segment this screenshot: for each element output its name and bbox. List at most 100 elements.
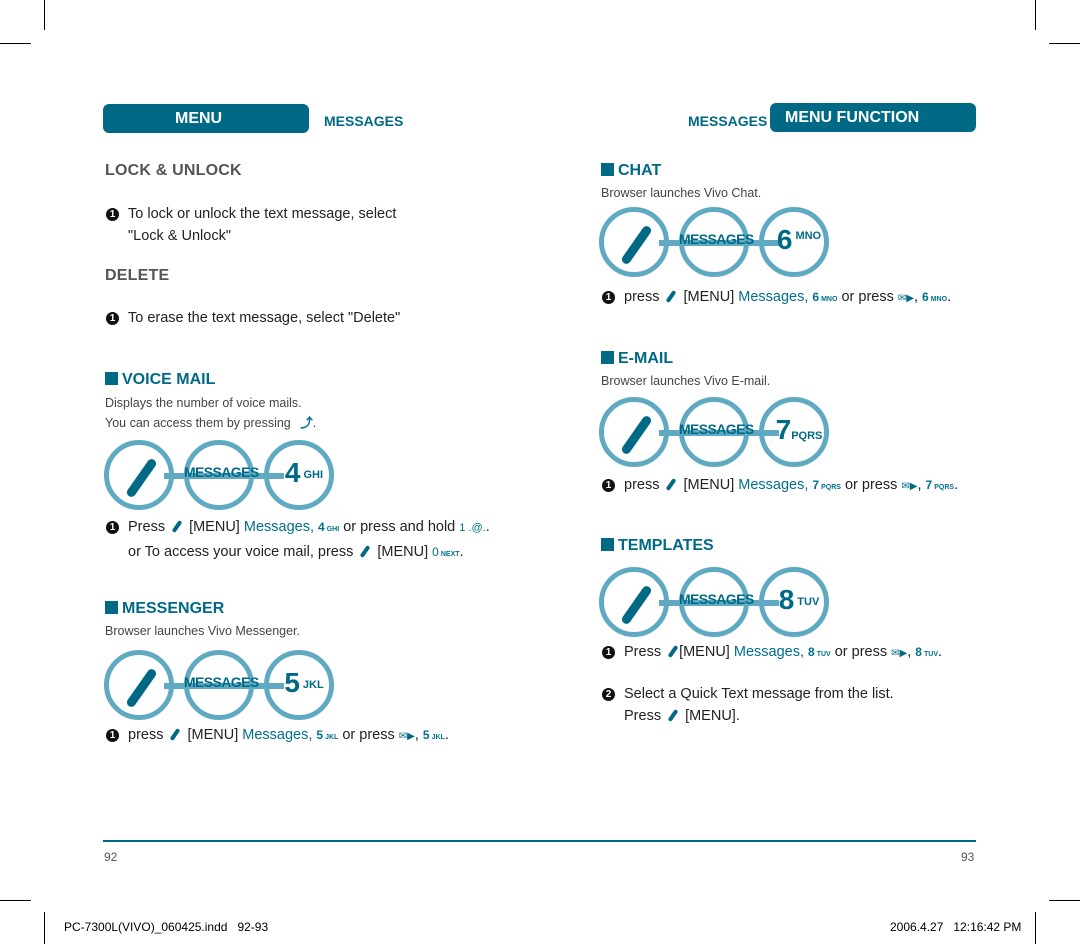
- key-4-icon: 4 GHI: [318, 520, 339, 534]
- flow-digit: 8 TUV: [767, 584, 831, 616]
- key-digit: 0: [432, 545, 439, 559]
- step-text: Press: [624, 644, 662, 660]
- templates-heading: TEMPLATES: [601, 537, 714, 555]
- menu-key-icon: [667, 645, 679, 658]
- voice-mail-step: 1 Press [MENU] Messages, 4 GHI or press and…: [106, 516, 490, 566]
- key-5-icon: 5 JKL: [423, 728, 445, 742]
- page-number-right: 93: [961, 850, 975, 864]
- step-text: press: [624, 477, 660, 493]
- letters: MNO: [795, 230, 822, 242]
- delete-heading: DELETE: [105, 267, 170, 284]
- menu-key-icon: [599, 397, 669, 467]
- crop-mark: [1035, 0, 1036, 30]
- flow-messages-label: MESSAGES: [679, 591, 754, 607]
- lock-unlock-heading: LOCK & UNLOCK: [105, 162, 242, 179]
- messenger-heading: MESSENGER: [105, 600, 224, 618]
- email-step: 1 press [MENU] Messages, 7 PQRS or press ✉▶…: [602, 474, 958, 499]
- square-bullet-icon: [601, 351, 614, 364]
- key-letters: PQRS: [821, 484, 841, 491]
- step-text: [MENU]: [187, 727, 239, 743]
- key-letters: MNO: [930, 296, 948, 303]
- step-text: "Lock & Unlock": [128, 228, 231, 244]
- messenger-step: 1 press [MENU] Messages, 5 JKL or press ✉▶,…: [106, 724, 449, 749]
- key-digit: 8: [808, 645, 815, 659]
- flow-digit: 5 JKL: [272, 667, 336, 699]
- chat-description: Browser launches Vivo Chat.: [601, 186, 762, 200]
- templates-step-2: 2 Select a Quick Text message from the li…: [602, 683, 894, 727]
- menu-key-icon: [360, 545, 371, 558]
- desc-line: You can access them by pressing: [105, 416, 291, 430]
- step-text: [MENU]: [683, 289, 735, 305]
- crop-mark: [44, 0, 45, 30]
- step-text: [MENU]: [679, 644, 730, 660]
- envelope-icon: ✉▶: [901, 481, 918, 492]
- step-text: [MENU]: [189, 519, 240, 535]
- heading-text: VOICE MAIL: [122, 371, 216, 388]
- key-letters: GHI: [326, 526, 340, 533]
- key-0-icon: 0 NEXT: [432, 545, 459, 559]
- slug-timestamp: 2006.4.27 12:16:42 PM: [890, 920, 1022, 934]
- letters: GHI: [303, 469, 324, 481]
- square-bullet-icon: [601, 538, 614, 551]
- menu-function-pill-left: MENU FUNCTION: [103, 104, 309, 156]
- heading-text: TEMPLATES: [618, 537, 714, 554]
- desc-line: Displays the number of voice mails.: [105, 396, 302, 410]
- menu-key-icon: [104, 440, 174, 510]
- digit: 5: [284, 667, 300, 698]
- menu-function-pill-right: MENU FUNCTION: [770, 103, 976, 132]
- voice-mail-key-flow: MESSAGES 4 GHI: [104, 440, 336, 510]
- heading-text: MESSENGER: [122, 600, 225, 617]
- step-text: Press: [624, 708, 662, 724]
- step-text: press: [128, 727, 164, 743]
- chat-heading: CHAT: [601, 162, 661, 180]
- crop-mark: [1049, 43, 1080, 44]
- key-digit: 7: [925, 478, 933, 492]
- heading-text: CHAT: [618, 162, 662, 179]
- menu-key-icon: [171, 520, 183, 533]
- key-digit: 8: [915, 645, 922, 659]
- step-number: 1: [602, 291, 615, 304]
- menu-key-icon: [599, 207, 669, 277]
- key-letters: MNO: [821, 296, 838, 303]
- letters: PQRS: [791, 430, 823, 442]
- step-number: 1: [602, 646, 615, 659]
- chat-step: 1 press [MENU] Messages, 6 MNO or press ✉▶,…: [602, 286, 951, 311]
- key-8-icon: 8 TUV: [808, 645, 831, 659]
- section-label-left: MESSAGES: [324, 113, 404, 129]
- step-text: Select a Quick Text message from the lis…: [624, 686, 894, 702]
- square-bullet-icon: [601, 163, 614, 176]
- key-digit: 6: [812, 290, 820, 304]
- key-letters: JKL: [325, 734, 339, 741]
- crop-mark: [1049, 900, 1080, 901]
- flow-messages-label: MESSAGES: [184, 674, 259, 690]
- key-letters: JKL: [431, 734, 445, 741]
- key-letters: TUV: [816, 651, 831, 658]
- heading-text: E-MAIL: [618, 350, 674, 367]
- page-number-left: 92: [104, 850, 118, 864]
- step-text: or press: [342, 727, 395, 743]
- slug-filename: PC-7300L(VIVO)_060425.indd 92-93: [64, 920, 269, 934]
- templates-key-flow: MESSAGES 8 TUV: [599, 567, 831, 637]
- voice-mail-description: Displays the number of voice mails. You …: [105, 396, 317, 430]
- step-number: 1: [106, 208, 119, 221]
- key-letters: TUV: [923, 651, 938, 658]
- pill-label: MENU FUNCTION: [175, 110, 258, 156]
- messages-link-text: Messages,: [733, 644, 804, 660]
- square-bullet-icon: [105, 372, 118, 385]
- footer-rule: [103, 840, 976, 842]
- menu-key-icon: [666, 290, 677, 303]
- crop-mark: [0, 43, 31, 44]
- messages-link-text: Messages,: [243, 519, 314, 535]
- digit: 4: [284, 457, 301, 488]
- messenger-description: Browser launches Vivo Messenger.: [105, 624, 301, 638]
- messenger-key-flow: MESSAGES 5 JKL: [104, 650, 336, 720]
- key-digit: 6: [922, 290, 929, 304]
- step-text: Press: [128, 519, 166, 535]
- envelope-icon: ✉▶: [897, 293, 914, 304]
- menu-key-icon: [599, 567, 669, 637]
- digit: 7: [775, 414, 792, 445]
- flow-messages-label: MESSAGES: [679, 231, 754, 247]
- letters: TUV: [797, 596, 820, 608]
- key-5-icon: 5 JKL: [316, 728, 338, 742]
- pill-label: MENU FUNCTION: [785, 109, 920, 126]
